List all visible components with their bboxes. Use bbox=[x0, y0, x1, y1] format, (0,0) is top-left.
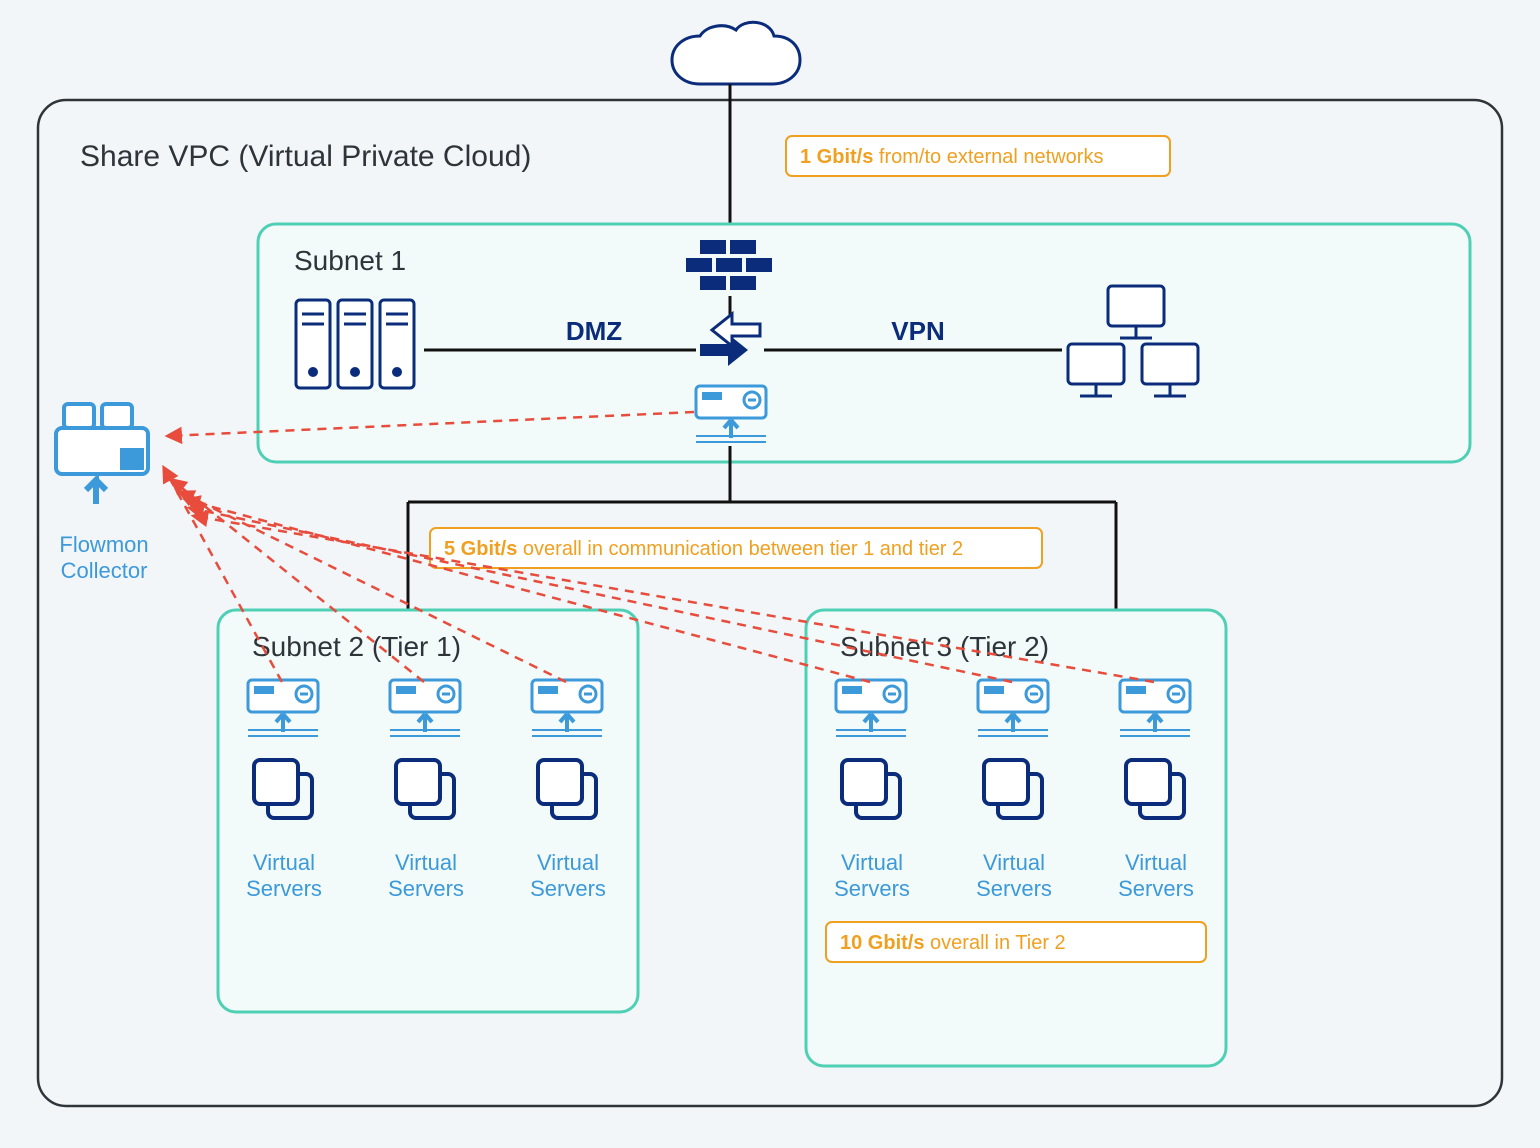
vpc-title: Share VPC (Virtual Private Cloud) bbox=[80, 140, 531, 173]
badge-tier2: 10 Gbit/s overall in Tier 2 bbox=[826, 922, 1206, 962]
svg-text:Servers: Servers bbox=[834, 876, 910, 901]
vs-s3-1: VirtualServers bbox=[834, 680, 910, 901]
svg-text:Virtual: Virtual bbox=[983, 850, 1045, 875]
subnet2-title: Subnet 2 (Tier 1) bbox=[252, 631, 461, 662]
svg-text:Servers: Servers bbox=[388, 876, 464, 901]
flowmon-collector-icon bbox=[56, 404, 148, 504]
vs-s2-1: VirtualServers bbox=[246, 680, 322, 901]
svg-text:Virtual: Virtual bbox=[537, 850, 599, 875]
subnet2-box bbox=[218, 610, 638, 1012]
svg-text:Servers: Servers bbox=[976, 876, 1052, 901]
svg-text:Servers: Servers bbox=[246, 876, 322, 901]
collector-label1: Flowmon bbox=[59, 532, 148, 557]
dmz-label: DMZ bbox=[566, 316, 622, 346]
diagram-canvas: Share VPC (Virtual Private Cloud) 1 Gbit… bbox=[0, 0, 1540, 1148]
vs-s2-2: VirtualServers bbox=[388, 680, 464, 901]
subnet1-title: Subnet 1 bbox=[294, 245, 406, 276]
svg-text:10 Gbit/s overall in Tier 2: 10 Gbit/s overall in Tier 2 bbox=[840, 932, 1066, 954]
svg-text:1 Gbit/s from/to external netw: 1 Gbit/s from/to external networks bbox=[800, 146, 1103, 168]
badge-tier12: 5 Gbit/s overall in communication betwee… bbox=[430, 528, 1042, 568]
subnet1-box bbox=[258, 224, 1470, 462]
svg-text:Virtual: Virtual bbox=[253, 850, 315, 875]
vs-s3-3: VirtualServers bbox=[1118, 680, 1194, 901]
vpn-label: VPN bbox=[891, 316, 944, 346]
svg-text:5 Gbit/s overall in communicat: 5 Gbit/s overall in communication betwee… bbox=[444, 538, 963, 560]
collector-label2: Collector bbox=[61, 558, 148, 583]
svg-text:Servers: Servers bbox=[1118, 876, 1194, 901]
svg-text:Virtual: Virtual bbox=[1125, 850, 1187, 875]
svg-text:Virtual: Virtual bbox=[841, 850, 903, 875]
svg-text:Servers: Servers bbox=[530, 876, 606, 901]
badge-external: 1 Gbit/s from/to external networks bbox=[786, 136, 1170, 176]
svg-text:Virtual: Virtual bbox=[395, 850, 457, 875]
subnet3-box bbox=[806, 610, 1226, 1066]
vs-s3-2: VirtualServers bbox=[976, 680, 1052, 901]
dmz-servers-icon bbox=[296, 300, 414, 388]
cloud-icon bbox=[672, 22, 800, 84]
vs-s2-3: VirtualServers bbox=[530, 680, 606, 901]
